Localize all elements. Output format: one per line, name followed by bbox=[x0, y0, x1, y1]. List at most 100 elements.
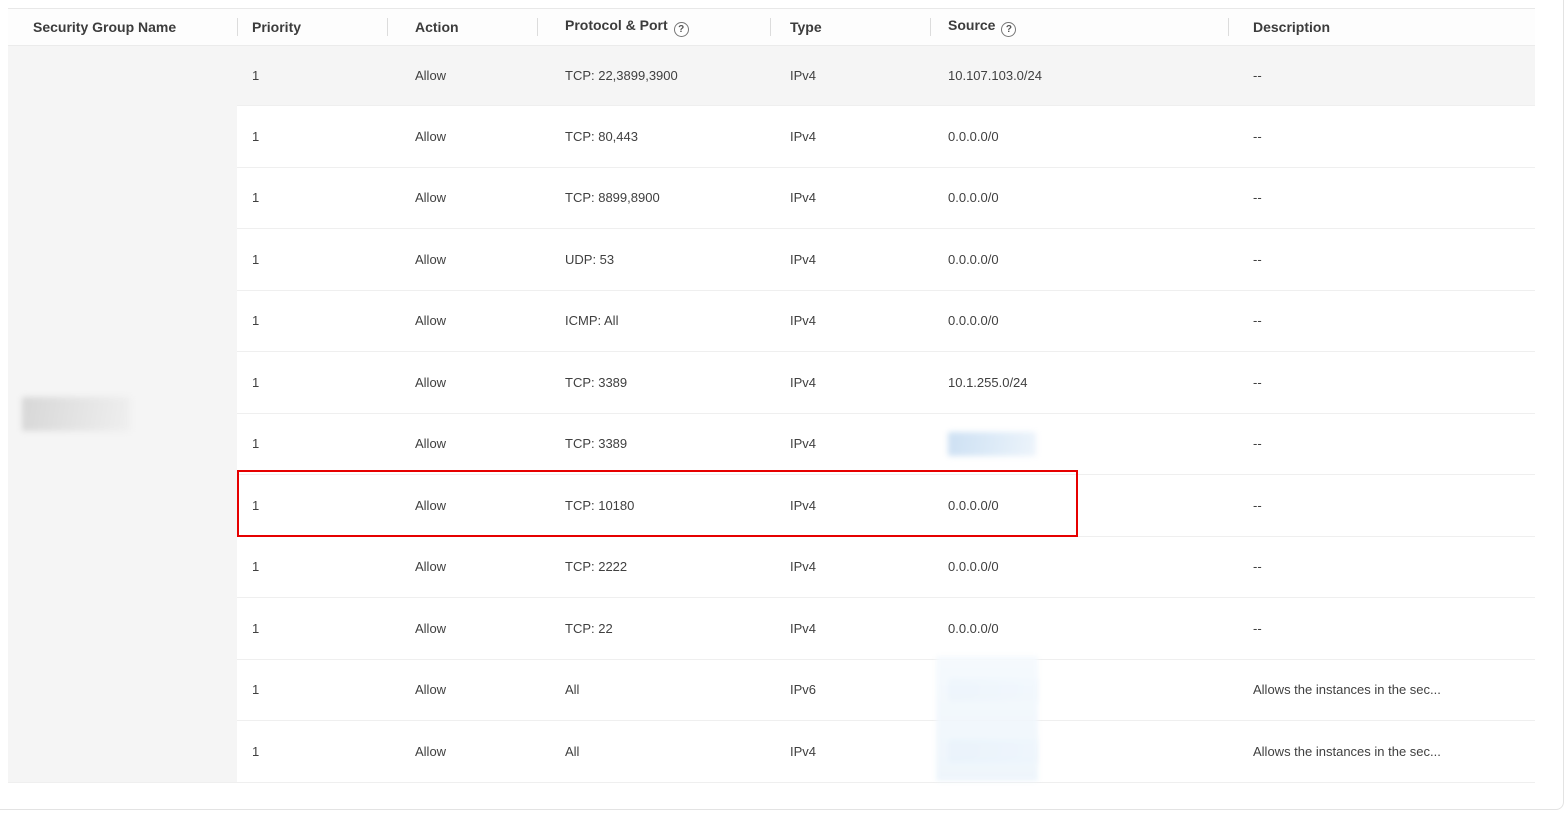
cell-description: -- bbox=[1228, 598, 1535, 660]
cell-protocol-port: TCP: 22 bbox=[537, 598, 770, 660]
help-icon[interactable]: ? bbox=[1001, 22, 1016, 37]
cell-action: Allow bbox=[387, 721, 537, 783]
cell-priority: 1 bbox=[237, 721, 387, 783]
cell-protocol-port: TCP: 10180 bbox=[537, 475, 770, 537]
column-header-action: Action bbox=[387, 9, 537, 46]
cell-description: -- bbox=[1228, 352, 1535, 414]
cell-action: Allow bbox=[387, 106, 537, 168]
cell-priority: 1 bbox=[237, 290, 387, 352]
cell-description: -- bbox=[1228, 167, 1535, 229]
rule-row: 1 Allow TCP: 22,3899,3900 IPv4 10.107.10… bbox=[8, 46, 1535, 106]
column-header-description: Description bbox=[1228, 9, 1535, 46]
rule-row: 1 Allow TCP: 3389 IPv4 -- bbox=[8, 413, 1535, 475]
cell-action: Allow bbox=[387, 413, 537, 475]
rule-row-highlighted: 1 Allow TCP: 10180 IPv4 0.0.0.0/0 -- bbox=[8, 475, 1535, 537]
redacted-source bbox=[948, 739, 1036, 763]
cell-priority: 1 bbox=[237, 598, 387, 660]
cell-protocol-port: TCP: 3389 bbox=[537, 413, 770, 475]
column-header-label: Protocol & Port bbox=[565, 17, 668, 33]
cell-priority: 1 bbox=[237, 536, 387, 598]
cell-action: Allow bbox=[387, 290, 537, 352]
cell-security-group-name bbox=[8, 46, 237, 783]
cell-priority: 1 bbox=[237, 352, 387, 414]
rule-row: 1 Allow TCP: 22 IPv4 0.0.0.0/0 -- bbox=[8, 598, 1535, 660]
column-header-source: Source? bbox=[930, 9, 1228, 46]
security-group-rules-table: Security Group Name Priority Action Prot… bbox=[8, 8, 1535, 783]
cell-source: 0.0.0.0/0 bbox=[930, 475, 1228, 537]
cell-type: IPv4 bbox=[770, 290, 930, 352]
cell-type: IPv4 bbox=[770, 721, 930, 783]
cell-source: 10.107.103.0/24 bbox=[930, 46, 1228, 106]
column-header-label: Source bbox=[948, 17, 995, 33]
cell-protocol-port: UDP: 53 bbox=[537, 229, 770, 291]
cell-description: Allows the instances in the sec... bbox=[1228, 721, 1535, 783]
cell-protocol-port: All bbox=[537, 659, 770, 721]
rule-row: 1 Allow UDP: 53 IPv4 0.0.0.0/0 -- bbox=[8, 229, 1535, 291]
redacted-source bbox=[948, 432, 1036, 456]
cell-priority: 1 bbox=[237, 46, 387, 106]
cell-type: IPv4 bbox=[770, 352, 930, 414]
cell-type: IPv4 bbox=[770, 229, 930, 291]
cell-description: Allows the instances in the sec... bbox=[1228, 659, 1535, 721]
cell-type: IPv4 bbox=[770, 46, 930, 106]
column-header-security-group-name: Security Group Name bbox=[8, 9, 237, 46]
rule-row: 1 Allow All IPv6 Allows the instances in… bbox=[8, 659, 1535, 721]
cell-description: -- bbox=[1228, 536, 1535, 598]
cell-protocol-port: ICMP: All bbox=[537, 290, 770, 352]
cell-priority: 1 bbox=[237, 106, 387, 168]
cell-source bbox=[930, 721, 1228, 783]
cell-type: IPv4 bbox=[770, 167, 930, 229]
cell-type: IPv4 bbox=[770, 598, 930, 660]
cell-source: 0.0.0.0/0 bbox=[930, 536, 1228, 598]
cell-description: -- bbox=[1228, 475, 1535, 537]
cell-protocol-port: TCP: 8899,8900 bbox=[537, 167, 770, 229]
cell-action: Allow bbox=[387, 167, 537, 229]
cell-description: -- bbox=[1228, 106, 1535, 168]
cell-description: -- bbox=[1228, 413, 1535, 475]
column-header-type: Type bbox=[770, 9, 930, 46]
cell-action: Allow bbox=[387, 46, 537, 106]
cell-protocol-port: TCP: 3389 bbox=[537, 352, 770, 414]
column-header-protocol-port: Protocol & Port? bbox=[537, 9, 770, 46]
security-group-rules-page: Security Group Name Priority Action Prot… bbox=[0, 0, 1568, 824]
cell-action: Allow bbox=[387, 229, 537, 291]
cell-source: 0.0.0.0/0 bbox=[930, 290, 1228, 352]
column-header-label: Description bbox=[1253, 19, 1330, 35]
cell-source bbox=[930, 659, 1228, 721]
cell-type: IPv4 bbox=[770, 413, 930, 475]
rule-row: 1 Allow TCP: 2222 IPv4 0.0.0.0/0 -- bbox=[8, 536, 1535, 598]
cell-description: -- bbox=[1228, 229, 1535, 291]
cell-source: 10.1.255.0/24 bbox=[930, 352, 1228, 414]
cell-action: Allow bbox=[387, 536, 537, 598]
cell-priority: 1 bbox=[237, 659, 387, 721]
rule-row: 1 Allow All IPv4 Allows the instances in… bbox=[8, 721, 1535, 783]
redacted-source bbox=[948, 678, 1036, 702]
column-header-priority: Priority bbox=[237, 9, 387, 46]
table-header-row: Security Group Name Priority Action Prot… bbox=[8, 9, 1535, 46]
column-header-label: Type bbox=[790, 19, 822, 35]
cell-action: Allow bbox=[387, 352, 537, 414]
cell-protocol-port: TCP: 2222 bbox=[537, 536, 770, 598]
rule-row: 1 Allow ICMP: All IPv4 0.0.0.0/0 -- bbox=[8, 290, 1535, 352]
cell-description: -- bbox=[1228, 46, 1535, 106]
cell-action: Allow bbox=[387, 659, 537, 721]
cell-source bbox=[930, 413, 1228, 475]
cell-priority: 1 bbox=[237, 475, 387, 537]
security-group-rules-table-wrap: Security Group Name Priority Action Prot… bbox=[8, 8, 1535, 783]
column-header-label: Action bbox=[415, 19, 459, 35]
help-icon[interactable]: ? bbox=[674, 22, 689, 37]
rule-row: 1 Allow TCP: 80,443 IPv4 0.0.0.0/0 -- bbox=[8, 106, 1535, 168]
cell-type: IPv4 bbox=[770, 536, 930, 598]
cell-type: IPv4 bbox=[770, 475, 930, 537]
cell-priority: 1 bbox=[237, 229, 387, 291]
cell-source: 0.0.0.0/0 bbox=[930, 167, 1228, 229]
redacted-security-group-name bbox=[22, 397, 130, 431]
cell-protocol-port: All bbox=[537, 721, 770, 783]
column-header-label: Priority bbox=[252, 19, 301, 35]
column-header-label: Security Group Name bbox=[33, 19, 176, 35]
cell-description: -- bbox=[1228, 290, 1535, 352]
cell-protocol-port: TCP: 22,3899,3900 bbox=[537, 46, 770, 106]
rule-row: 1 Allow TCP: 8899,8900 IPv4 0.0.0.0/0 -- bbox=[8, 167, 1535, 229]
cell-source: 0.0.0.0/0 bbox=[930, 106, 1228, 168]
cell-source: 0.0.0.0/0 bbox=[930, 598, 1228, 660]
